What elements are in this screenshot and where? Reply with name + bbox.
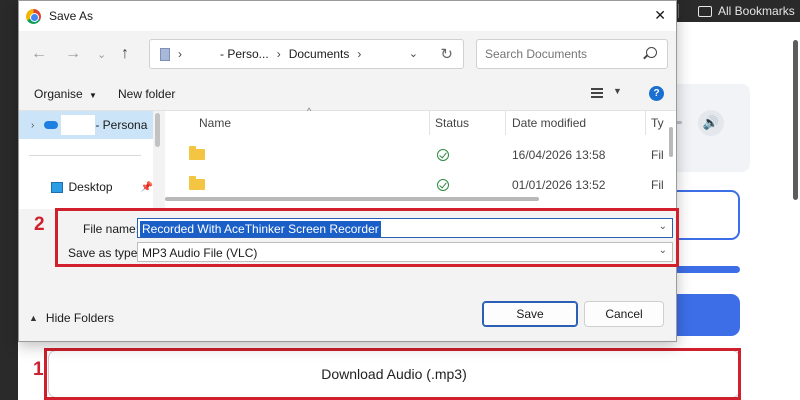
forward-arrow-icon[interactable]: → — [65, 45, 81, 63]
help-icon[interactable]: ? — [649, 86, 664, 101]
recent-locations-chevron-icon[interactable]: ⌄ — [97, 48, 106, 61]
highlight-box-fields — [55, 208, 679, 267]
progress-bar — [672, 266, 740, 273]
up-arrow-icon[interactable]: ↑ — [121, 45, 129, 63]
column-status[interactable]: Status — [435, 116, 469, 130]
new-folder-button[interactable]: New folder — [118, 87, 175, 101]
dialog-toolbar: Organise ▼ New folder ▼ ? — [19, 77, 676, 111]
cloud-icon — [44, 121, 59, 129]
refresh-icon[interactable]: ↻ — [440, 45, 453, 63]
dialog-title: Save As — [49, 9, 94, 23]
organise-button[interactable]: Organise ▼ — [34, 87, 97, 101]
dropdown-caret-icon: ▼ — [89, 91, 97, 100]
breadcrumb-chevron-icon: › — [178, 47, 182, 61]
navigation-bar: ← → ⌄ ↑ › - Perso... › Documents › ⌄ ↻ — [19, 31, 676, 77]
organise-label: Organise — [34, 87, 83, 101]
file-type: Fil — [651, 148, 664, 162]
chrome-icon — [26, 8, 41, 24]
file-type: Fil — [651, 178, 664, 192]
page-scrollbar[interactable] — [793, 40, 798, 200]
sidebar-item-label: Desktop — [68, 180, 113, 194]
redacted-name — [61, 115, 96, 135]
breadcrumb-chevron-icon: › — [276, 47, 281, 61]
column-separator[interactable] — [505, 111, 506, 135]
breadcrumb-personal[interactable]: - Perso... — [220, 47, 269, 61]
expand-chevron-icon[interactable]: › — [31, 120, 34, 131]
view-dropdown-caret-icon[interactable]: ▼ — [613, 86, 622, 96]
file-list: ^ Name Status Date modified Ty 16/04/202… — [165, 106, 676, 209]
save-button[interactable]: Save — [482, 301, 578, 327]
breadcrumb-chevron-icon: › — [357, 47, 362, 61]
sidebar-item-label: - Persona — [95, 118, 148, 132]
sidebar-item-desktop[interactable]: Desktop 📌 — [19, 173, 153, 201]
file-date: 16/04/2026 13:58 — [512, 148, 606, 162]
folder-icon — [698, 5, 712, 17]
address-dropdown-chevron-icon[interactable]: ⌄ — [409, 47, 418, 60]
all-bookmarks-label: All Bookmarks — [718, 4, 795, 18]
pin-icon: 📌 — [140, 181, 153, 193]
file-date: 01/01/2026 13:52 — [512, 178, 606, 192]
step-number-two: 2 — [34, 214, 45, 235]
folder-icon — [189, 176, 205, 190]
desktop-icon — [51, 181, 63, 193]
document-location-icon — [160, 47, 170, 61]
vertical-scrollbar[interactable] — [669, 127, 673, 157]
horizontal-scrollbar[interactable] — [165, 197, 539, 201]
sidebar-item-onedrive[interactable]: › - Persona — [19, 111, 153, 139]
column-separator[interactable] — [645, 111, 646, 135]
search-icon[interactable] — [646, 47, 657, 58]
hide-folders-toggle[interactable]: ▲ Hide Folders — [29, 311, 114, 325]
synced-status-icon — [437, 149, 449, 161]
browser-left-edge — [0, 0, 18, 400]
address-bar[interactable]: › - Perso... › Documents › ⌄ ↻ — [149, 39, 464, 69]
step-number-one: 1 — [33, 359, 44, 380]
column-date-modified[interactable]: Date modified — [512, 116, 586, 130]
sidebar-divider — [29, 155, 141, 156]
column-separator[interactable] — [429, 111, 430, 135]
sidebar-scrollbar[interactable] — [155, 113, 160, 147]
table-row[interactable]: 16/04/2026 13:58 Fil — [165, 141, 665, 171]
breadcrumb-documents[interactable]: Documents — [289, 47, 350, 61]
volume-icon[interactable]: 🔊 — [698, 110, 724, 136]
search-documents-box[interactable] — [476, 39, 668, 69]
sort-caret-icon: ^ — [307, 106, 312, 116]
chevron-up-icon: ▲ — [29, 313, 38, 323]
navigation-pane: › - Persona Desktop 📌 — [19, 111, 153, 209]
save-as-dialog: Save As ✕ ← → ⌄ ↑ › - Perso... › Documen… — [18, 0, 677, 342]
back-arrow-icon[interactable]: ← — [31, 45, 47, 63]
column-name[interactable]: Name — [199, 116, 231, 130]
hide-folders-label: Hide Folders — [45, 311, 114, 325]
search-input[interactable] — [485, 47, 635, 61]
cancel-button[interactable]: Cancel — [584, 301, 664, 327]
all-bookmarks-button[interactable]: All Bookmarks — [698, 4, 795, 18]
view-options-icon[interactable] — [591, 88, 603, 98]
dialog-titlebar: Save As ✕ — [19, 1, 676, 31]
folder-icon — [189, 146, 205, 160]
highlight-box-download — [44, 348, 741, 400]
column-type[interactable]: Ty — [651, 116, 664, 130]
synced-status-icon — [437, 179, 449, 191]
bookmarks-separator — [678, 4, 679, 18]
convert-button[interactable] — [668, 294, 740, 336]
close-icon[interactable]: ✕ — [654, 7, 666, 24]
